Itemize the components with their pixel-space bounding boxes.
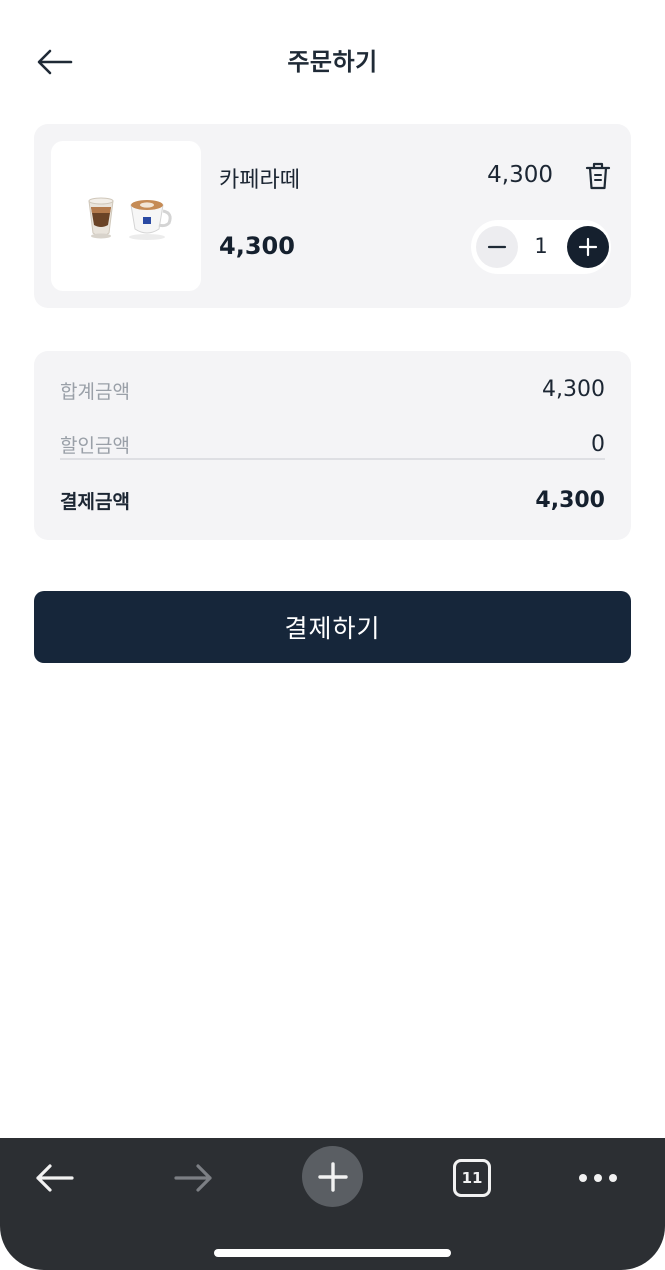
browser-toolbar: 11	[0, 1138, 665, 1270]
more-menu-button[interactable]	[568, 1148, 628, 1208]
delete-item-button[interactable]	[581, 158, 615, 194]
price-summary: 합계금액 4,300 할인금액 0 결제금액 4,300	[34, 351, 631, 540]
browser-back-button[interactable]	[24, 1148, 84, 1208]
subtotal-label: 합계금액	[60, 381, 130, 403]
more-dots-icon	[579, 1174, 617, 1182]
total-label: 결제금액	[60, 491, 130, 513]
tab-count-badge: 11	[453, 1159, 491, 1197]
plus-icon	[578, 237, 598, 257]
discount-value: 0	[591, 432, 605, 457]
pay-button[interactable]: 결제하기	[34, 591, 631, 663]
subtotal-value: 4,300	[542, 377, 605, 402]
page-title: 주문하기	[287, 48, 378, 76]
discount-label: 할인금액	[60, 435, 130, 457]
cart-item-card: 카페라떼 4,300 4,300 1	[34, 124, 631, 308]
item-line-price: 4,300	[219, 232, 295, 260]
app-header: 주문하기	[0, 0, 665, 120]
new-tab-button[interactable]	[302, 1146, 363, 1207]
home-indicator	[214, 1249, 451, 1257]
summary-divider	[60, 458, 605, 460]
increase-quantity-button[interactable]	[567, 226, 609, 268]
arrow-left-icon	[36, 1164, 74, 1192]
item-unit-price: 4,300	[487, 162, 553, 188]
tabs-button[interactable]: 11	[442, 1148, 502, 1208]
quantity-stepper: 1	[471, 220, 611, 274]
plus-icon	[317, 1161, 348, 1192]
item-name: 카페라떼	[219, 168, 300, 193]
arrow-right-icon	[174, 1164, 212, 1192]
trash-icon	[585, 162, 611, 190]
total-value: 4,300	[535, 488, 605, 513]
browser-forward-button[interactable]	[164, 1148, 224, 1208]
product-image	[51, 141, 201, 291]
